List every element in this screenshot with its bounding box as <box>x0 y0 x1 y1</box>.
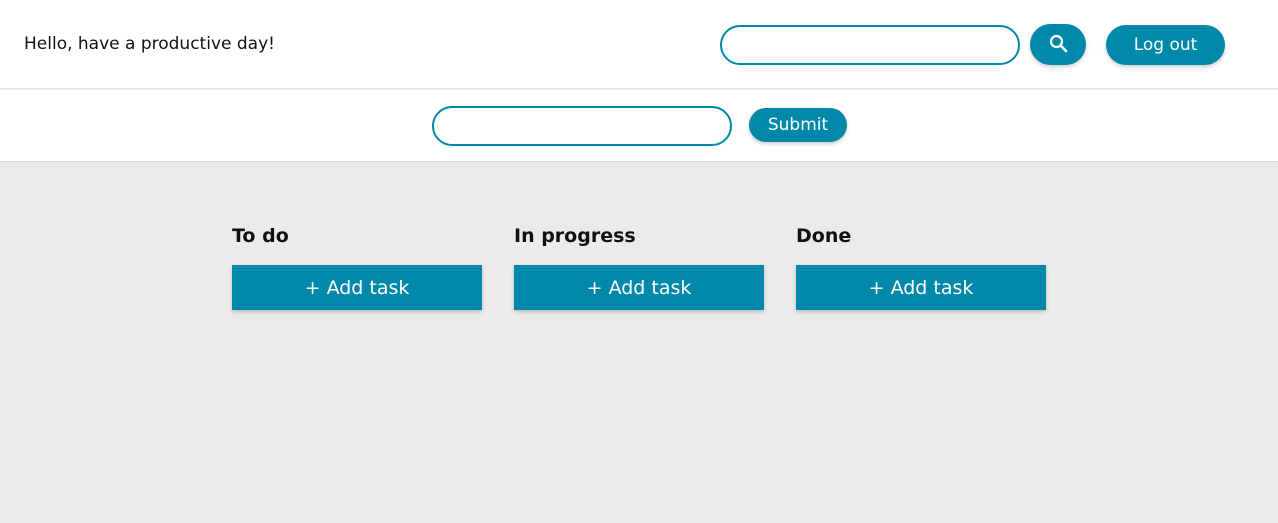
submit-button[interactable]: Submit <box>749 108 847 142</box>
top-header: Hello, have a productive day! Log out <box>0 0 1278 89</box>
column-title: To do <box>232 225 289 247</box>
add-task-button-in-progress[interactable]: + Add task <box>514 265 764 310</box>
search-icon <box>1049 34 1068 53</box>
column-in-progress: In progress + Add task <box>514 222 764 310</box>
task-board: To do + Add task In progress + Add task … <box>232 222 1046 310</box>
column-title: In progress <box>514 225 636 247</box>
search-button[interactable] <box>1030 24 1086 65</box>
task-entry-bar: Submit <box>0 90 1278 162</box>
logout-button[interactable]: Log out <box>1106 25 1225 65</box>
add-task-button-done[interactable]: + Add task <box>796 265 1046 310</box>
column-title: Done <box>796 225 852 247</box>
task-input[interactable] <box>432 106 732 146</box>
column-done: Done + Add task <box>796 222 1046 310</box>
search-input[interactable] <box>720 25 1020 65</box>
greeting-text: Hello, have a productive day! <box>24 34 275 54</box>
column-todo: To do + Add task <box>232 222 482 310</box>
add-task-button-todo[interactable]: + Add task <box>232 265 482 310</box>
